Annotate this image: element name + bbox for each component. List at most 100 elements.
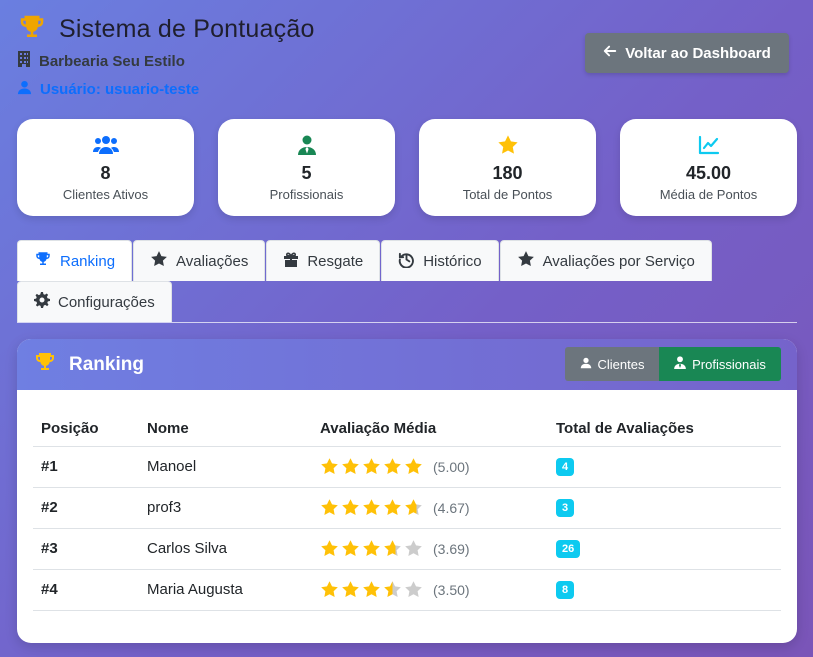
professional-icon: [297, 133, 316, 157]
rank-name: Carlos Silva: [139, 528, 312, 570]
star-icon: [384, 499, 401, 515]
column-header-total: Total de Avaliações: [548, 411, 781, 447]
tab-resgate[interactable]: Resgate: [266, 240, 381, 281]
star-icon: [321, 540, 338, 556]
star-rating: (3.69): [320, 539, 548, 558]
business-name: Barbearia Seu Estilo: [17, 51, 315, 71]
rank-name: prof3: [139, 487, 312, 529]
panel-header: Ranking Clientes Profissionais: [17, 339, 797, 390]
star-icon: [517, 250, 535, 272]
back-to-dashboard-button[interactable]: Voltar ao Dashboard: [585, 33, 789, 73]
stat-label: Clientes Ativos: [62, 187, 149, 202]
page-title: Sistema de Pontuação: [59, 15, 315, 43]
ranking-table: Posição Nome Avaliação Média Total de Av…: [33, 411, 781, 611]
rank-total: 8: [548, 569, 781, 611]
column-header-rating: Avaliação Média: [312, 411, 548, 447]
count-badge: 8: [556, 581, 575, 599]
rank-name: Maria Augusta: [139, 569, 312, 611]
page-header: Sistema de Pontuação Barbearia Seu Estil…: [17, 12, 315, 99]
table-row: #4 Maria Augusta (3.50) 8: [33, 569, 781, 611]
table-row: #3 Carlos Silva (3.69) 26: [33, 528, 781, 570]
gift-icon: [283, 251, 299, 271]
column-header-position: Posição: [33, 411, 139, 447]
rank-total: 4: [548, 446, 781, 488]
star-rating: (5.00): [320, 457, 548, 476]
count-badge: 3: [556, 499, 575, 517]
trophy-icon: [17, 12, 47, 47]
ranking-type-toggle: Clientes Profissionais: [565, 347, 781, 381]
rank-name: Manoel: [139, 446, 312, 488]
rank-total: 26: [548, 528, 781, 570]
count-badge: 4: [556, 458, 575, 476]
stat-value: 8: [100, 163, 111, 183]
arrow-left-icon: [603, 44, 617, 62]
tab-divider: [17, 322, 797, 323]
trophy-icon: [33, 350, 57, 379]
star-icon: [150, 250, 168, 272]
current-user: Usuário: usuario-teste: [17, 80, 315, 99]
stat-card-professionals: 5 Profissionais: [218, 119, 395, 216]
tab-avaliacoes-por-servico[interactable]: Avaliações por Serviço: [499, 240, 712, 281]
users-icon: [92, 133, 119, 157]
rating-value: (3.50): [433, 581, 470, 598]
stat-value: 45.00: [685, 163, 732, 183]
stat-card-points: 180 Total de Pontos: [419, 119, 596, 216]
rank-rating: (3.50): [312, 569, 548, 611]
tab-historico[interactable]: Histórico: [381, 240, 499, 281]
rating-value: (5.00): [433, 458, 470, 475]
star-icon: [405, 540, 422, 556]
ranking-panel: Ranking Clientes Profissionais Posição N…: [17, 339, 797, 643]
table-row: #2 prof3 (4.67) 3: [33, 487, 781, 529]
star-rating: (4.67): [320, 498, 548, 517]
gear-icon: [34, 292, 50, 312]
panel-title: Ranking: [69, 353, 144, 375]
rank-position: #4: [33, 569, 139, 611]
building-icon: [17, 51, 31, 71]
stat-label: Profissionais: [269, 187, 344, 202]
professional-icon: [674, 356, 686, 372]
star-icon: [363, 458, 380, 474]
rank-total: 3: [548, 487, 781, 529]
rank-position: #2: [33, 487, 139, 529]
stat-label: Média de Pontos: [659, 187, 758, 202]
stat-card-clients: 8 Clientes Ativos: [17, 119, 194, 216]
clients-toggle-button[interactable]: Clientes: [565, 347, 659, 381]
column-header-name: Nome: [139, 411, 312, 447]
star-icon: [342, 581, 359, 597]
star-icon: [342, 458, 359, 474]
star-icon: [384, 540, 401, 556]
rank-position: #1: [33, 446, 139, 488]
rating-value: (3.69): [433, 540, 470, 557]
star-icon: [342, 540, 359, 556]
star-icon: [405, 581, 422, 597]
stat-card-average: 45.00 Média de Pontos: [620, 119, 797, 216]
user-icon: [17, 80, 32, 99]
star-icon: [321, 499, 338, 515]
chart-line-icon: [698, 133, 720, 157]
stat-value: 5: [301, 163, 312, 183]
tab-configuracoes[interactable]: Configurações: [17, 281, 172, 322]
rank-position: #3: [33, 528, 139, 570]
rank-rating: (5.00): [312, 446, 548, 488]
star-icon: [321, 581, 338, 597]
professionals-toggle-button[interactable]: Profissionais: [659, 347, 781, 381]
star-icon: [384, 581, 401, 597]
star-icon: [363, 499, 380, 515]
stats-row: 8 Clientes Ativos 5 Profissionais 180 To…: [17, 119, 797, 216]
count-badge: 26: [556, 540, 581, 558]
user-icon: [580, 357, 592, 372]
star-icon: [405, 499, 422, 515]
star-icon: [384, 458, 401, 474]
tab-bar: Ranking Avaliações Resgate Histórico Ava…: [17, 240, 797, 322]
star-icon: [405, 458, 422, 474]
rank-rating: (4.67): [312, 487, 548, 529]
tab-ranking[interactable]: Ranking: [17, 240, 133, 281]
star-icon: [342, 499, 359, 515]
rank-rating: (3.69): [312, 528, 548, 570]
star-icon: [321, 458, 338, 474]
history-icon: [398, 251, 415, 272]
trophy-icon: [34, 250, 52, 272]
table-header-row: Posição Nome Avaliação Média Total de Av…: [33, 411, 781, 447]
stat-label: Total de Pontos: [462, 187, 553, 202]
tab-avaliacoes[interactable]: Avaliações: [133, 240, 266, 281]
